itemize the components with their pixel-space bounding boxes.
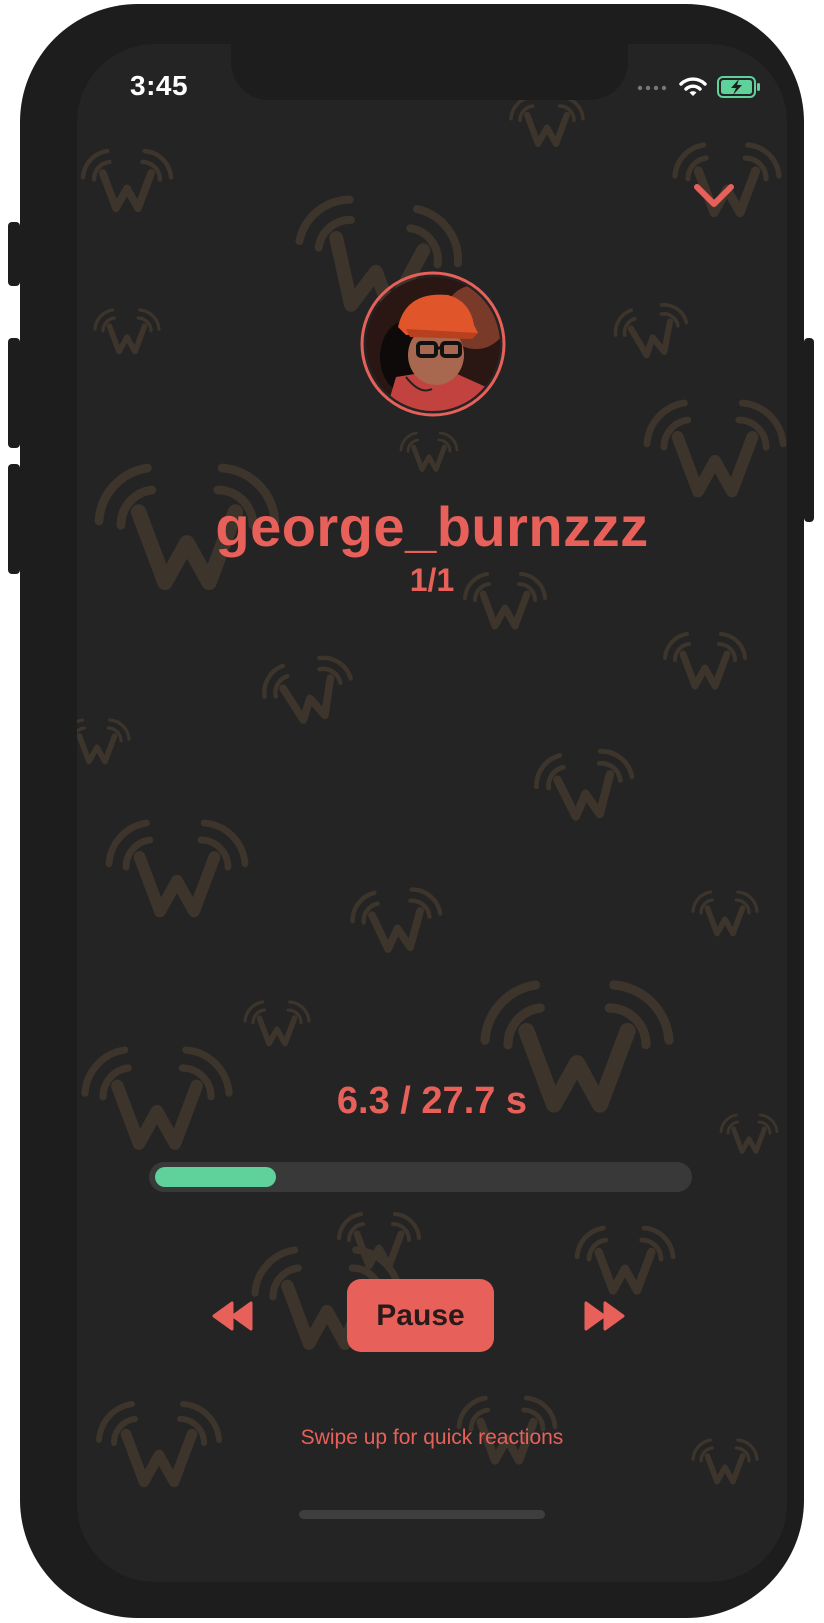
- username: george_burnzzz: [215, 495, 649, 558]
- time-readout: 6.3 / 27.7 s: [336, 1080, 528, 1122]
- status-time: 3:45: [130, 70, 189, 101]
- rewind-icon[interactable]: [211, 1299, 255, 1333]
- progress-bar[interactable]: [149, 1162, 692, 1192]
- fast-forward-icon[interactable]: [582, 1299, 626, 1333]
- swipe-hint: Swipe up for quick reactions: [300, 1426, 564, 1449]
- cellular-dots-icon: [637, 85, 667, 91]
- battery-charging-icon: [717, 76, 760, 98]
- progress-fill: [155, 1167, 276, 1187]
- chevron-down-icon[interactable]: [691, 178, 737, 214]
- notch: [231, 44, 628, 100]
- screen: 3:45 george_burnzzz 1/1 6.3 / 27.7 s Pau…: [77, 44, 787, 1582]
- wifi-icon: [679, 77, 707, 96]
- avatar-photo: [366, 277, 500, 411]
- home-indicator[interactable]: [299, 1510, 545, 1519]
- volume-down-button: [8, 464, 20, 574]
- status-icons: [637, 74, 761, 100]
- volume-up-button: [8, 338, 20, 448]
- silent-switch: [8, 222, 20, 286]
- power-button: [804, 338, 814, 522]
- avatar[interactable]: [358, 269, 508, 419]
- pause-button[interactable]: Pause: [347, 1279, 494, 1352]
- phone-frame: 3:45 george_burnzzz 1/1 6.3 / 27.7 s Pau…: [8, 4, 814, 1618]
- story-counter: 1/1: [409, 562, 455, 598]
